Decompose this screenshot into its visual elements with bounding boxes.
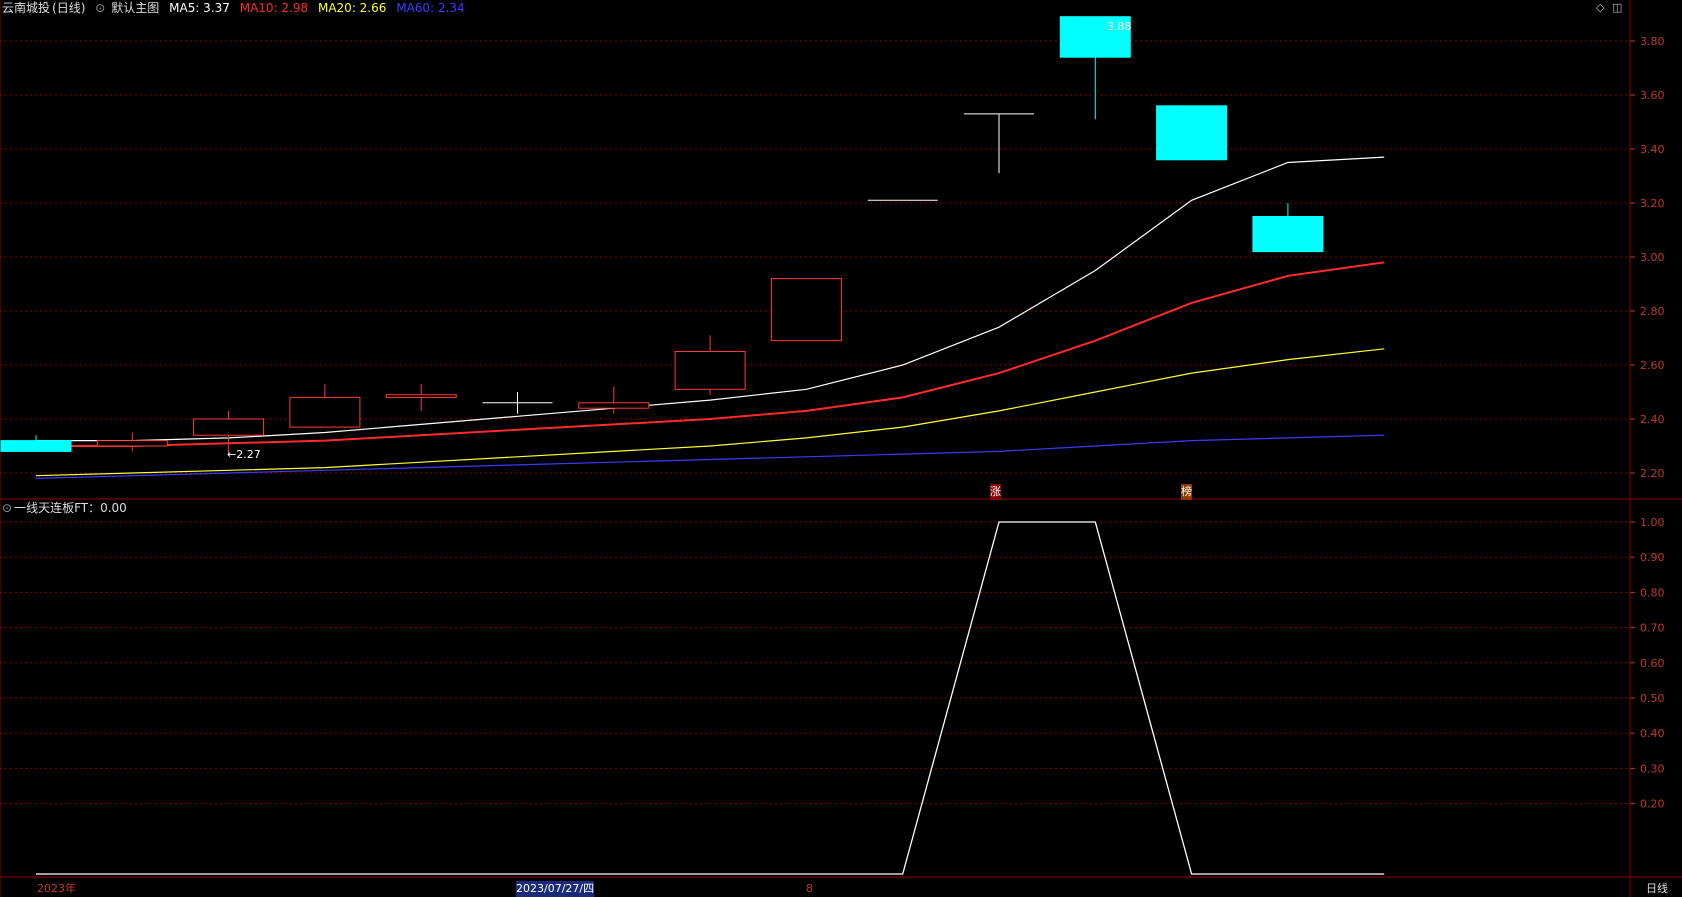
candle-body: [96, 440, 168, 447]
candle-body: [193, 418, 265, 436]
candle: [482, 392, 553, 414]
main-tick-label: 3.00: [1640, 251, 1665, 264]
diamond-icon[interactable]: ◇: [1596, 1, 1604, 14]
template-label[interactable]: 默认主图: [111, 1, 159, 15]
sub-tick-label: 0.20: [1640, 798, 1665, 811]
main-tick-label: 3.40: [1640, 143, 1665, 156]
main-grid: [0, 40, 1630, 474]
candle-body: [1156, 105, 1228, 161]
candle: [1156, 105, 1228, 161]
candle: [0, 435, 72, 452]
sub-tick-label: 1.00: [1640, 516, 1665, 529]
sub-tick-label: 0.90: [1640, 551, 1665, 564]
main-tick-label: 3.20: [1640, 197, 1665, 210]
cursor-date-label: 2023/07/27/四: [516, 881, 595, 897]
candle-body: [1252, 216, 1324, 253]
candle-body: [674, 351, 746, 390]
candle: [964, 113, 1034, 174]
candle: [770, 278, 842, 342]
panel-toggle-icon[interactable]: ◫: [1612, 1, 1622, 14]
candle-body: [289, 396, 361, 428]
main-tick-label: 2.40: [1640, 413, 1665, 426]
ma20-label: MA20: 2.66: [317, 1, 387, 15]
sub-header: ⊙ 一线天连板FT：0.00: [2, 500, 133, 516]
high-price-label: 3.88: [1107, 20, 1132, 33]
year-label: 2023年: [37, 882, 76, 895]
main-header: 云南城投 (日线) ⊙ 默认主图 MA5: 3.37 MA10: 2.98 MA20…: [2, 0, 471, 16]
candle: [1252, 203, 1324, 253]
candle: [578, 386, 650, 414]
sub-settings-icon[interactable]: ⊙: [2, 501, 12, 515]
main-y-axis: 3.80 3.60 3.40 3.20 3.00 2.80 2.60 2.40 2.20: [1630, 35, 1665, 480]
sub-tick-label: 0.70: [1640, 622, 1665, 635]
candle-body: [770, 278, 842, 342]
sub-tick-label: 0.30: [1640, 762, 1665, 775]
main-tick-label: 2.60: [1640, 359, 1665, 372]
candles: [0, 16, 1324, 455]
candle: [96, 432, 168, 452]
low-price-label: ←2.27: [227, 448, 261, 461]
sub-tick-label: 0.50: [1640, 692, 1665, 705]
sub-grid: [0, 521, 1630, 805]
month-marker: 8: [806, 882, 813, 895]
period-label: (日线): [52, 1, 86, 15]
main-tick-label: 3.60: [1640, 89, 1665, 102]
candle: [289, 383, 361, 428]
ma60-label: MA60: 2.34: [396, 1, 465, 15]
ma5-label: MA5: 3.37: [169, 1, 230, 15]
sub-tick-label: 0.60: [1640, 657, 1665, 670]
candle: [674, 335, 746, 395]
candle-body: [385, 394, 457, 398]
main-tick-label: 3.80: [1640, 35, 1665, 48]
sub-tick-label: 0.80: [1640, 586, 1665, 599]
sub-tick-label: 0.40: [1640, 727, 1665, 740]
ft-label: 一线天连板FT：0.00: [14, 501, 127, 515]
ma5-line: [36, 156, 1385, 442]
candle-body: [578, 402, 650, 409]
limit-up-tag[interactable]: 涨: [990, 484, 1001, 500]
ma10-label: MA10: 2.98: [239, 1, 309, 15]
stock-name[interactable]: 云南城投: [2, 1, 50, 15]
main-tick-label: 2.80: [1640, 305, 1665, 318]
sub-y-axis: 1.00 0.90 0.80 0.70 0.60 0.50 0.40 0.30 0.20: [1630, 516, 1665, 811]
candle: [385, 383, 457, 411]
ranking-tag[interactable]: 榜: [1181, 484, 1192, 500]
candle-body: [0, 440, 72, 452]
period-button[interactable]: 日线: [1646, 881, 1668, 897]
main-tick-label: 2.20: [1640, 467, 1665, 480]
settings-icon[interactable]: ⊙: [95, 1, 105, 15]
